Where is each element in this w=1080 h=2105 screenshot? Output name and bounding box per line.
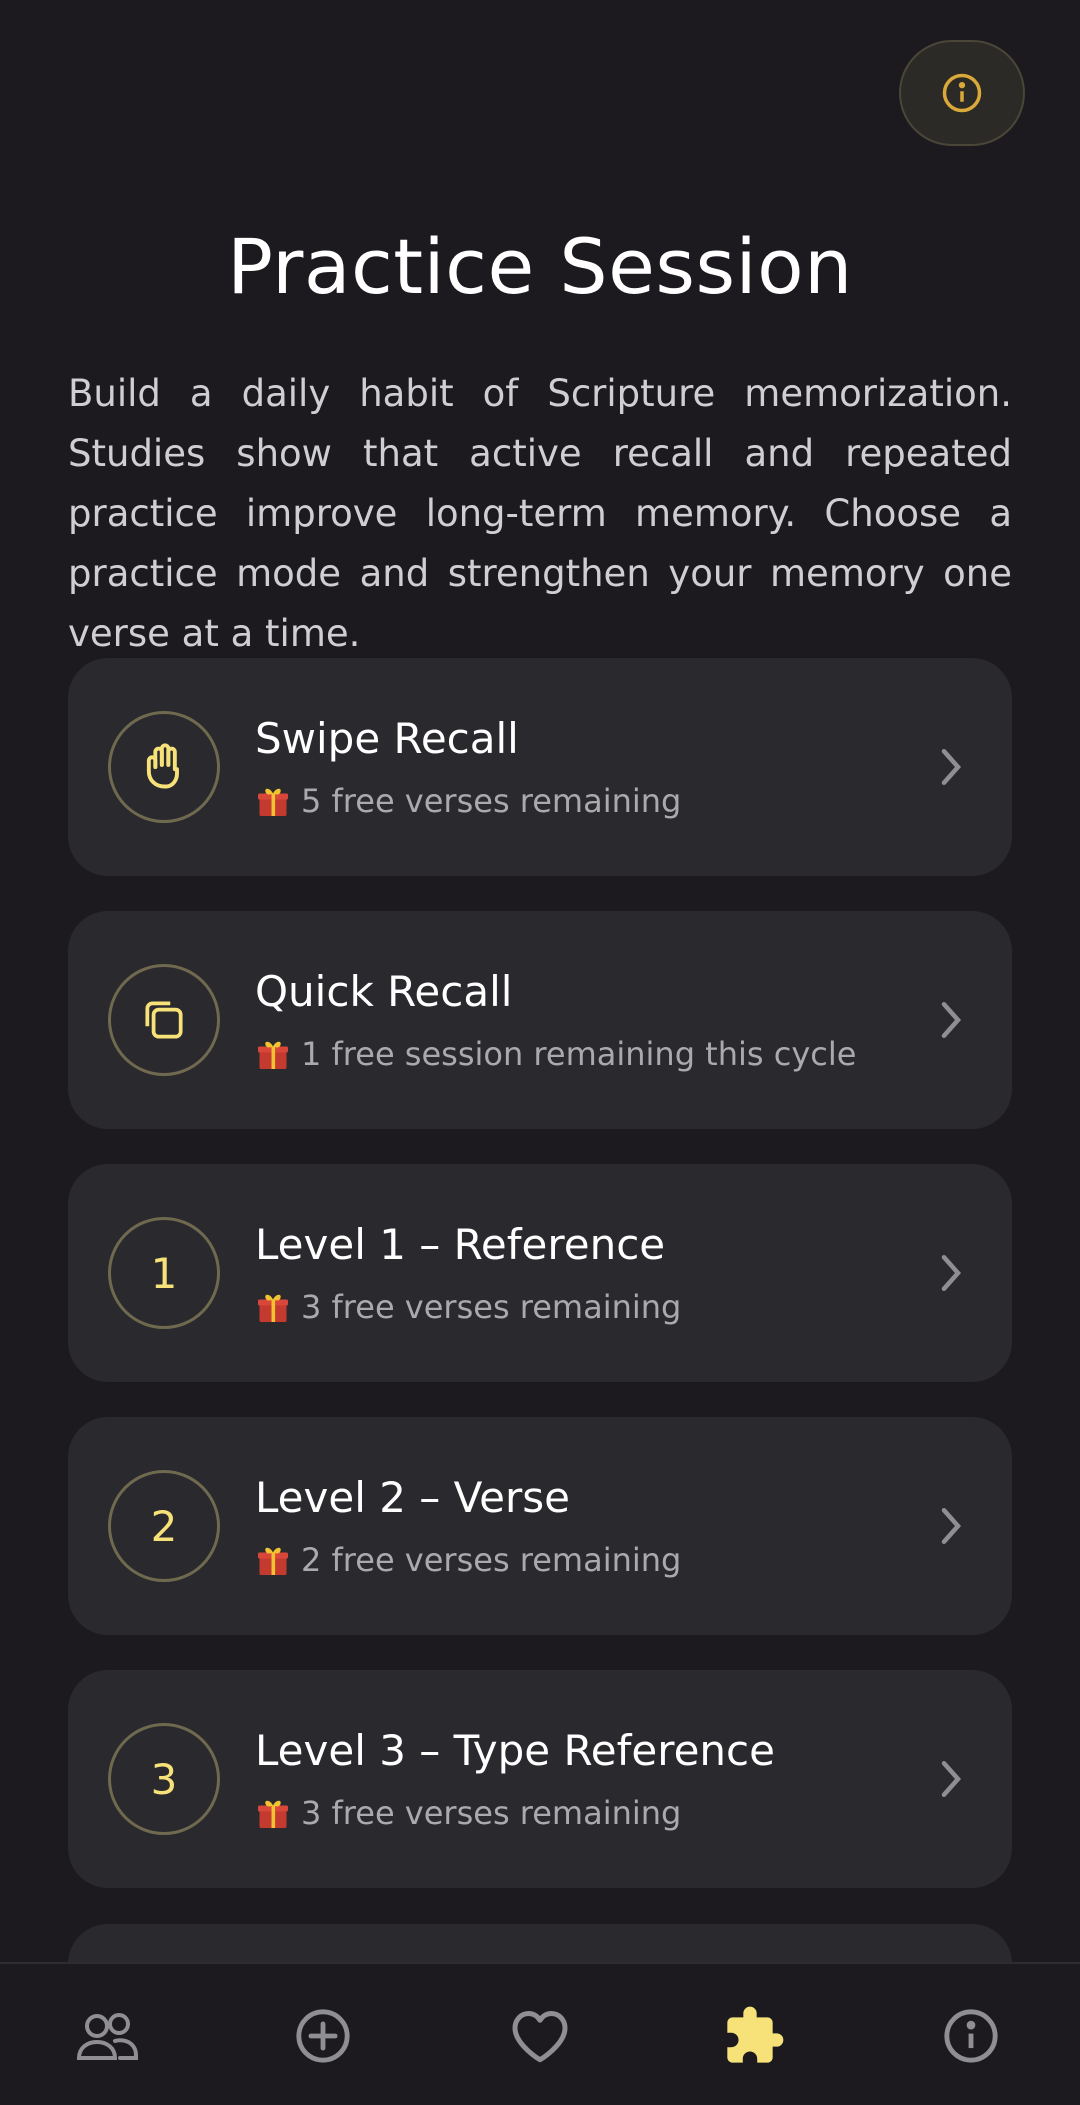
people-icon <box>76 2013 138 2060</box>
mode-subtitle-text: 1 free session remaining this cycle <box>301 1035 857 1073</box>
mode-card-level-2[interactable]: 2 Level 2 – Verse 2 free verses remainin… <box>68 1417 1012 1635</box>
gift-icon <box>258 1041 288 1069</box>
gift-icon <box>258 1294 288 1322</box>
info-icon <box>944 2009 998 2063</box>
gift-icon <box>258 1547 288 1575</box>
mode-title: Level 1 – Reference <box>255 1220 666 1269</box>
mode-subtitle-text: 3 free verses remaining <box>301 1288 682 1326</box>
cards-icon <box>145 1001 183 1039</box>
mode-card-swipe-recall[interactable]: Swipe Recall 5 free verses remaining <box>68 658 1012 876</box>
info-button[interactable] <box>899 40 1025 146</box>
nav-add[interactable] <box>291 2004 355 2068</box>
mode-title: Level 3 – Type Reference <box>255 1726 775 1775</box>
chevron-right-icon <box>941 748 962 786</box>
practice-screen: Practice Session Build a daily habit of … <box>0 0 1080 2105</box>
nav-favorites[interactable] <box>508 2004 572 2068</box>
mode-subtitle-text: 3 free verses remaining <box>301 1794 682 1832</box>
mode-subtitle-text: 5 free verses remaining <box>301 782 682 820</box>
mode-card-level-3[interactable]: 3 Level 3 – Type Reference 3 free verses… <box>68 1670 1012 1888</box>
add-circle-icon <box>296 2009 350 2063</box>
info-icon <box>942 73 982 113</box>
chevron-right-icon <box>941 1254 962 1292</box>
mode-subtitle: 1 free session remaining this cycle <box>255 1035 856 1073</box>
level-badge: 3 <box>108 1723 220 1835</box>
level-badge: 1 <box>108 1217 220 1329</box>
nav-practice[interactable] <box>722 2004 786 2068</box>
puzzle-icon <box>727 2006 784 2063</box>
mode-subtitle: 2 free verses remaining <box>255 1541 681 1579</box>
mode-title: Swipe Recall <box>255 714 519 763</box>
mode-card-quick-recall[interactable]: Quick Recall 1 free session remaining th… <box>68 911 1012 1129</box>
mode-title: Level 2 – Verse <box>255 1473 570 1522</box>
mode-badge <box>108 711 220 823</box>
mode-subtitle-text: 2 free verses remaining <box>301 1541 682 1579</box>
page-title: Practice Session <box>227 222 853 311</box>
nav-people[interactable] <box>75 2004 139 2068</box>
hand-icon <box>146 743 179 789</box>
mode-badge <box>108 964 220 1076</box>
mode-subtitle: 5 free verses remaining <box>255 782 681 820</box>
chevron-right-icon <box>941 1001 962 1039</box>
intro-text: Build a daily habit of Scripture memoriz… <box>68 372 1012 655</box>
mode-subtitle: 3 free verses remaining <box>255 1288 681 1326</box>
level-badge: 2 <box>108 1470 220 1582</box>
chevron-right-icon <box>941 1760 962 1798</box>
nav-info[interactable] <box>939 2004 1003 2068</box>
gift-icon <box>258 788 288 816</box>
mode-subtitle: 3 free verses remaining <box>255 1794 681 1832</box>
mode-title: Quick Recall <box>255 967 513 1016</box>
gift-icon <box>258 1800 288 1828</box>
heart-icon <box>512 2011 568 2063</box>
bottom-nav <box>0 1962 1080 2105</box>
mode-card-level-1[interactable]: 1 Level 1 – Reference 3 free verses rema… <box>68 1164 1012 1382</box>
chevron-right-icon <box>941 1507 962 1545</box>
